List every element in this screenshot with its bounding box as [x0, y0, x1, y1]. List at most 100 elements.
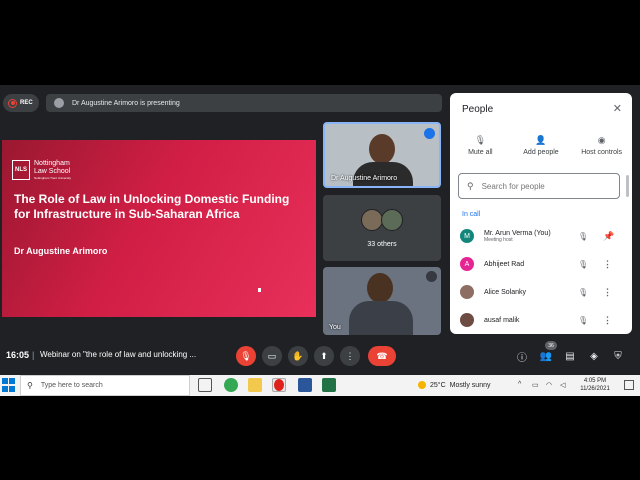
self-video-tile[interactable]: You [323, 267, 441, 335]
add-person-icon: 👤 [535, 135, 547, 145]
separator: | [32, 350, 35, 360]
task-view-icon[interactable] [198, 378, 212, 392]
present-button[interactable]: ⬆ [314, 346, 334, 366]
panel-scrollbar[interactable] [626, 175, 629, 197]
volume-icon[interactable]: ◁ [560, 381, 565, 389]
participant-name: Alice Solanky [484, 288, 527, 296]
participant-role: Meeting host [484, 236, 513, 243]
more-options-icon[interactable]: ⋮ [603, 315, 612, 326]
camera-icon: ▭ [267, 350, 277, 361]
weather-temp: 25°C [430, 381, 446, 389]
recording-label: REC [20, 100, 33, 106]
action-label: Mute all [468, 149, 493, 156]
presenter-video-tile[interactable]: Dr Augustine Arimoro [323, 122, 441, 188]
mic-off-icon[interactable]: 🎙 [578, 260, 588, 269]
weather-widget[interactable]: 25°C Mostly sunny [418, 381, 491, 389]
participant-avatar [460, 285, 474, 299]
participant-avatar [381, 209, 403, 231]
nls-badge: NLS [12, 160, 30, 180]
wifi-icon[interactable]: ◠ [546, 381, 552, 389]
people-icon[interactable]: 👥 [539, 349, 553, 363]
letterbox-bottom [0, 396, 640, 480]
self-tile-name: You [329, 324, 341, 331]
leave-call-button[interactable]: ☎ [368, 346, 396, 366]
taskbar-search[interactable]: ⚲ Type here to search [20, 375, 190, 396]
network-icon[interactable]: ▭ [532, 381, 539, 389]
participant-row[interactable]: M Mr. Arun Verma (You) Meeting host 🎙 📌 [450, 223, 632, 249]
participant-row[interactable]: Alice Solanky 🎙 ⋮ [450, 279, 632, 305]
raise-hand-button[interactable]: ✋ [288, 346, 308, 366]
word-icon[interactable] [298, 378, 312, 392]
in-call-label: In call [462, 211, 481, 218]
excel-icon[interactable] [322, 378, 336, 392]
file-explorer-icon[interactable] [248, 378, 262, 392]
people-search[interactable]: ⚲ [458, 173, 620, 199]
mic-off-icon: 🎙 [240, 350, 252, 361]
mic-off-icon[interactable]: 🎙 [578, 232, 588, 241]
activities-icon[interactable]: ◈ [587, 349, 601, 363]
mouse-cursor [258, 288, 261, 292]
more-options-icon[interactable]: ⋮ [603, 259, 612, 270]
windows-start-icon[interactable] [2, 378, 16, 392]
close-icon[interactable]: ✕ [613, 102, 622, 115]
windows-taskbar: ⚲ Type here to search 25°C Mostly sunny … [0, 375, 640, 396]
toggle-icon: ◉ [597, 135, 606, 145]
mute-all-button[interactable]: 🎙 Mute all [450, 135, 510, 156]
org-sub: Nottingham Trent University [34, 176, 72, 180]
mic-off-icon [426, 271, 437, 282]
participant-row[interactable]: A Abhijeet Rad 🎙 ⋮ [450, 251, 632, 277]
add-people-button[interactable]: 👤 Add people [511, 135, 571, 156]
search-icon: ⚲ [27, 381, 33, 390]
sun-icon [418, 381, 426, 389]
phone-hangup-icon: ☎ [376, 350, 388, 361]
presenter-avatar-icon [54, 98, 64, 108]
taskbar-search-placeholder: Type here to search [40, 382, 103, 389]
mic-off-icon[interactable]: 🎙 [578, 288, 588, 297]
participant-row[interactable]: ausaf malik 🎙 ⋮ [450, 307, 632, 333]
tray-chevron-icon[interactable]: ^ [518, 381, 521, 388]
others-tile[interactable]: 33 others [323, 195, 441, 261]
panel-title: People [462, 104, 494, 115]
opera-icon[interactable] [274, 379, 284, 391]
info-icon[interactable]: ⓘ [515, 349, 529, 364]
presenting-text: Dr Augustine Arimoro is presenting [72, 99, 180, 107]
record-icon [8, 98, 17, 108]
participant-avatar [460, 313, 474, 327]
mic-off-icon[interactable]: 🎙 [578, 316, 588, 325]
letterbox-top [0, 0, 640, 85]
participant-name: ausaf malik [484, 316, 520, 324]
taskbar-clock[interactable]: 4:05 PM 11/26/2021 [578, 377, 612, 393]
clock-time: 4:05 PM [583, 378, 607, 384]
camera-toggle-button[interactable]: ▭ [262, 346, 282, 366]
mic-toggle-button[interactable]: 🎙 [236, 346, 256, 366]
host-controls-icon[interactable]: ⛨ [611, 349, 625, 363]
host-controls-button[interactable]: ◉ Host controls [572, 135, 632, 156]
more-vert-icon: ⋮ [345, 350, 355, 361]
chrome-icon[interactable] [224, 378, 238, 392]
more-options-icon[interactable]: ⋮ [603, 287, 612, 298]
search-input[interactable] [481, 181, 602, 191]
participant-avatar: A [460, 257, 474, 271]
chat-icon[interactable]: ▤ [563, 349, 577, 363]
more-options-button[interactable]: ⋮ [340, 346, 360, 366]
search-icon: ⚲ [467, 180, 474, 191]
people-panel: People ✕ 🎙 Mute all 👤 Add people ◉ Host … [450, 93, 632, 334]
slide-title: The Role of Law in Unlocking Domestic Fu… [14, 192, 290, 221]
recording-indicator[interactable]: REC [3, 94, 39, 112]
participant-count-badge: 36 [545, 341, 557, 350]
hand-icon: ✋ [292, 350, 304, 361]
speaking-icon [424, 128, 435, 139]
presenter-head [369, 134, 395, 164]
pin-icon[interactable]: 📌 [603, 231, 614, 242]
participant-avatar [361, 209, 383, 231]
meeting-time: 16:05 [6, 350, 30, 360]
presentation-slide: NLS Nottingham Law School Nottingham Tre… [2, 140, 316, 317]
participant-name: Mr. Arun Verma (You) [484, 229, 551, 237]
participant-avatar: M [460, 229, 474, 243]
presenting-banner: Dr Augustine Arimoro is presenting [46, 94, 442, 112]
others-count: 33 others [367, 241, 397, 248]
org-name-line1: Nottingham [34, 160, 70, 167]
clock-date: 11/26/2021 [580, 386, 610, 392]
presenter-tile-name: Dr Augustine Arimoro [331, 175, 398, 182]
notification-icon[interactable] [624, 380, 634, 390]
